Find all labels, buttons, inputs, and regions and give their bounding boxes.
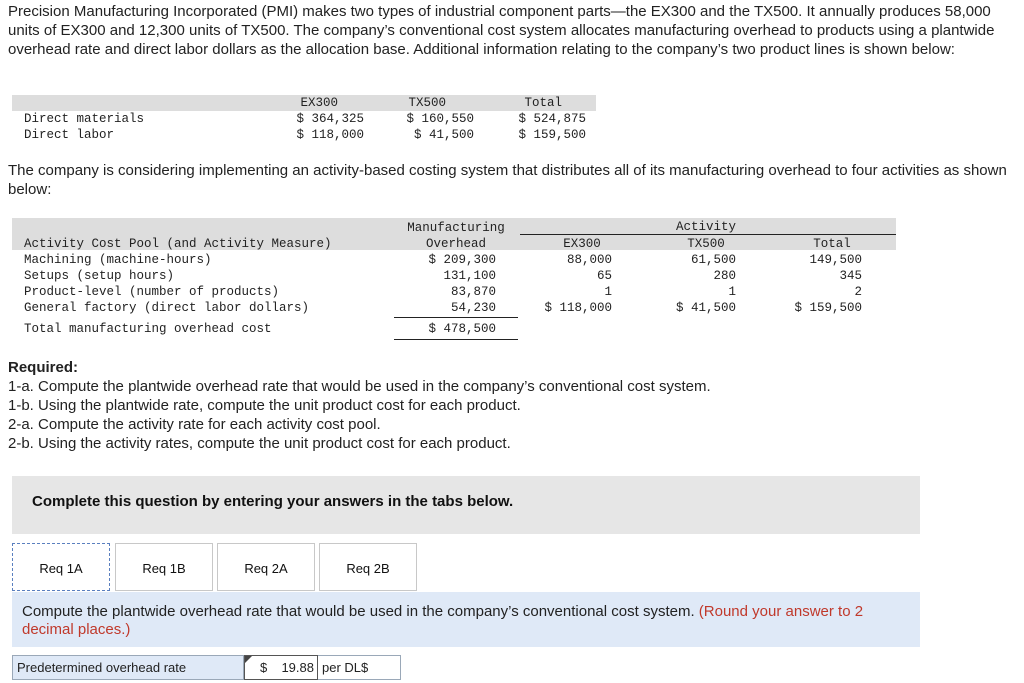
ex-general-factory: $ 118,000 [544,301,612,315]
input-corner-marker-icon [245,656,252,663]
tx-machining: 61,500 [690,253,736,267]
required-item-1a: 1-a. Compute the plantwide overhead rate… [8,378,711,395]
header-ex300: EX300 [563,237,601,251]
header-total: Total [524,96,562,110]
activity-header-rule [520,234,896,235]
abc-intro: The company is considering implementing … [8,162,1007,198]
overhead-rate-value: 19.88 [281,660,314,675]
overhead-rate-input[interactable]: $ 19.88 [244,655,318,680]
answer-unit: per DL$ [322,660,369,675]
header-tx500: TX500 [408,96,446,110]
tab-req-1b[interactable]: Req 1B [115,543,213,591]
answer-unit-cell: per DL$ [318,655,401,680]
row-label-general-factory: General factory (direct labor dollars) [24,301,310,315]
total-rule [394,339,518,340]
mo-setups: 131,100 [443,269,496,283]
header-overhead: Overhead [425,237,486,251]
tab-label: Req 1B [142,561,186,576]
ex-product-level: 1 [604,285,612,299]
header-manufacturing: Manufacturing [407,221,505,235]
banner-text: Complete this question by entering your … [32,493,514,510]
tab-req-1a[interactable]: Req 1A [12,543,110,591]
question-instruction: Compute the plantwide overhead rate that… [12,592,920,647]
required-item-2a: 2-a. Compute the activity rate for each … [8,416,381,433]
header-cost-pool: Activity Cost Pool (and Activity Measure… [24,237,332,251]
total-overhead-value: $ 478,500 [428,322,496,336]
required-section: Required: 1-a. Compute the plantwide ove… [8,358,711,453]
tx-general-factory: $ 41,500 [675,301,736,315]
instruction-text: Compute the plantwide overhead rate that… [22,603,695,620]
product-cost-table: EX300 TX500 Total Direct materials $ 364… [12,95,596,145]
mo-machining: $ 209,300 [428,253,496,267]
currency-symbol: $ [260,660,268,675]
ex-machining: 88,000 [566,253,612,267]
subtotal-rule [394,317,518,318]
row-label-direct-materials: Direct materials [24,112,145,126]
mo-product-level: 83,870 [450,285,496,299]
row-label-machining: Machining (machine-hours) [24,253,212,267]
ex-setups: 65 [596,269,612,283]
total-setups: 345 [839,269,862,283]
tab-req-2a[interactable]: Req 2A [217,543,315,591]
required-title: Required: [8,359,79,376]
dm-total: $ 524,875 [518,112,586,126]
tab-label: Req 2A [244,561,288,576]
row-label-direct-labor: Direct labor [24,128,115,142]
required-item-1b: 1-b. Using the plantwide rate, compute t… [8,397,521,414]
total-product-level: 2 [854,285,862,299]
row-label-setups: Setups (setup hours) [24,269,175,283]
dl-total: $ 159,500 [518,128,586,142]
problem-intro: Precision Manufacturing Incorporated (PM… [8,3,995,58]
row-label-product-level: Product-level (number of products) [24,285,280,299]
header-ex300: EX300 [300,96,338,110]
header-total: Total [813,237,851,251]
dl-tx500: $ 41,500 [413,128,474,142]
dl-ex300: $ 118,000 [296,128,364,142]
tx-setups: 280 [713,269,736,283]
tab-label: Req 2B [346,561,390,576]
dm-ex300: $ 364,325 [296,112,364,126]
instructions-banner: Complete this question by entering your … [12,476,920,534]
total-machining: 149,500 [809,253,862,267]
activity-cost-table: Manufacturing Activity Activity Cost Poo… [12,218,896,344]
row-label-total-overhead: Total manufacturing overhead cost [24,322,272,336]
answer-label: Predetermined overhead rate [17,660,187,675]
total-general-factory: $ 159,500 [794,301,862,315]
tab-label: Req 1A [39,561,83,576]
dm-tx500: $ 160,550 [406,112,474,126]
tab-req-2b[interactable]: Req 2B [319,543,417,591]
mo-general-factory: 54,230 [450,301,496,315]
header-activity: Activity [675,220,736,234]
header-tx500: TX500 [687,237,725,251]
tx-product-level: 1 [728,285,736,299]
required-item-2b: 2-b. Using the activity rates, compute t… [8,435,511,452]
answer-label-cell: Predetermined overhead rate [12,655,244,680]
